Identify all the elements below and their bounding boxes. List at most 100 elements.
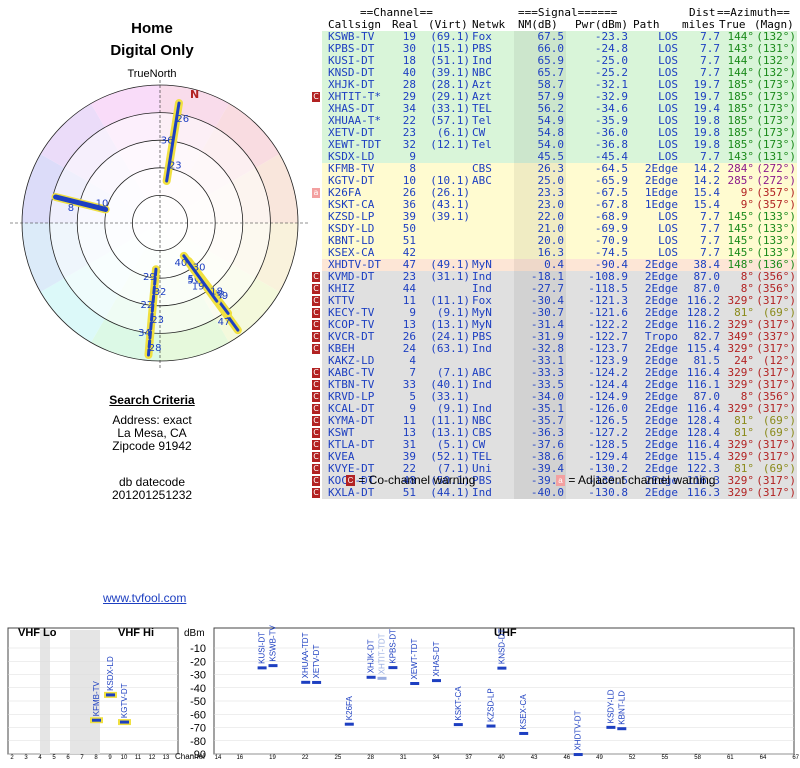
search-zip: Zipcode 91942 <box>112 439 192 453</box>
station-marker <box>92 718 101 722</box>
x-tick-label: 43 <box>531 755 538 761</box>
ray-channel-label: 19 <box>192 282 205 293</box>
x-tick-label: 52 <box>629 755 636 761</box>
co-channel-warning-icon: C <box>312 488 320 498</box>
y-tick-label: -50 <box>190 696 206 708</box>
vhf-hi-title: VHF Hi <box>118 627 154 639</box>
vhf-lo-title: VHF Lo <box>18 627 57 639</box>
datecode-value: 201201251232 <box>111 488 193 502</box>
cell-pwr: -130.8 <box>588 486 628 499</box>
cell-nm: -40.0 <box>530 486 564 499</box>
ray-channel-label: 8 <box>68 203 74 214</box>
co-channel-warning-icon: C <box>312 296 320 306</box>
station-label: XHJK-DT <box>367 639 376 673</box>
co-channel-warning-icon: C <box>312 368 320 378</box>
station-marker <box>486 724 496 728</box>
station-marker <box>312 680 322 684</box>
station-marker <box>617 727 627 731</box>
search-criteria-title: Search Criteria <box>109 393 195 407</box>
adjacent-text: = Adjacent channel warning <box>568 473 716 487</box>
search-address: Address: exact <box>112 413 192 427</box>
station-label: KSEX-CA <box>519 694 528 730</box>
cell-virt: (44.1) <box>430 486 470 499</box>
station-marker <box>388 666 398 670</box>
x-tick-label: 9 <box>108 755 112 761</box>
x-tick-label: 12 <box>149 755 156 761</box>
co-channel-warning-icon: C <box>312 272 320 282</box>
station-marker <box>366 675 376 679</box>
ray-channel-label: 36 <box>161 135 174 146</box>
cell-net: Ind <box>472 342 492 355</box>
cell-net: Ind <box>472 378 492 391</box>
cell-net: Tel <box>472 138 492 151</box>
x-tick-label: 11 <box>135 755 142 761</box>
ray-channel-label: 32 <box>154 287 167 298</box>
cell-virt: (31.1) <box>430 270 470 283</box>
x-tick-label: 40 <box>498 755 505 761</box>
station-label: XHUAA-TDT <box>301 632 310 678</box>
x-tick-label: 64 <box>760 755 767 761</box>
station-label: KSDY-LD <box>606 689 615 723</box>
x-tick-label: 46 <box>563 755 570 761</box>
y-unit-label: dBm <box>184 628 205 639</box>
co-channel-icon: C <box>346 475 355 487</box>
cell-tr: 329° <box>727 486 755 499</box>
station-label: KZSD-LP <box>487 688 496 722</box>
co-channel-warning-icon: C <box>312 428 320 438</box>
station-marker <box>257 666 267 670</box>
station-marker <box>573 753 583 757</box>
station-label: KSKT-CA <box>454 686 463 721</box>
ray-channel-label: 29 <box>143 272 156 283</box>
ray-channel-label: 18 <box>210 286 223 297</box>
co-channel-warning-icon: C <box>312 92 320 102</box>
station-label: KSWB-TV <box>269 625 278 662</box>
ray-channel-label: 22 <box>141 300 154 311</box>
station-label: KPBS-DT <box>388 629 397 664</box>
co-channel-warning-icon: C <box>312 464 320 474</box>
co-channel-warning-icon: C <box>312 284 320 294</box>
x-tick-label: 49 <box>596 755 603 761</box>
station-marker <box>432 679 441 683</box>
station-marker <box>410 682 420 686</box>
x-tick-label: 58 <box>694 755 701 761</box>
co-channel-warning-icon: C <box>312 344 320 354</box>
x-tick-label: 22 <box>302 755 309 761</box>
x-tick-label: 34 <box>433 755 440 761</box>
station-marker <box>453 723 463 727</box>
x-tick-label: 3 <box>24 755 28 761</box>
x-tick-label: 16 <box>236 755 243 761</box>
x-tick-label: 5 <box>52 755 56 761</box>
vhf-band-shade <box>40 630 50 754</box>
cell-net: Ind <box>472 486 492 499</box>
ray-channel-label: 40 <box>174 258 187 269</box>
ray-channel-label: 30 <box>193 263 206 274</box>
co-channel-warning-icon: C <box>312 440 320 450</box>
co-channel-warning-icon: C <box>312 416 320 426</box>
y-tick-label: -10 <box>190 643 206 655</box>
table-row: KXLA-DT 51 (44.1) Ind -40.0 -130.8 2Edge 116.3 3… <box>312 486 797 499</box>
station-label: KUSI-DT <box>258 632 267 664</box>
x-tick-label: 7 <box>80 755 84 761</box>
co-channel-warning-icon: C <box>312 392 320 402</box>
co-channel-warning-icon: C <box>312 320 320 330</box>
station-label: XETV-DT <box>312 645 321 679</box>
x-tick-label: 37 <box>465 755 472 761</box>
station-label: K26FA <box>345 696 354 721</box>
station-label: XHDTV-DT <box>574 710 583 750</box>
x-tick-label: 67 <box>792 755 799 761</box>
co-channel-warning-icon: C <box>312 404 320 414</box>
cell-net: ABC <box>472 174 492 187</box>
cell-call[interactable]: KXLA-DT <box>328 487 392 499</box>
station-marker <box>268 664 278 668</box>
station-marker <box>106 693 115 697</box>
station-table: ==Channel== ===Signal====== Dist ==Azimu… <box>312 6 797 499</box>
x-tick-label: 8 <box>94 755 98 761</box>
station-label: KBNT-LD <box>617 691 626 725</box>
ray-channel-label: 23 <box>151 315 164 326</box>
north-label: TrueNorth <box>127 68 177 80</box>
location-title: Home <box>131 20 173 37</box>
tvfool-link[interactable]: www.tvfool.com <box>103 591 186 605</box>
station-label: KNSD-DT <box>497 628 506 664</box>
x-tick-label: 31 <box>400 755 407 761</box>
y-tick-label: -70 <box>190 723 206 735</box>
